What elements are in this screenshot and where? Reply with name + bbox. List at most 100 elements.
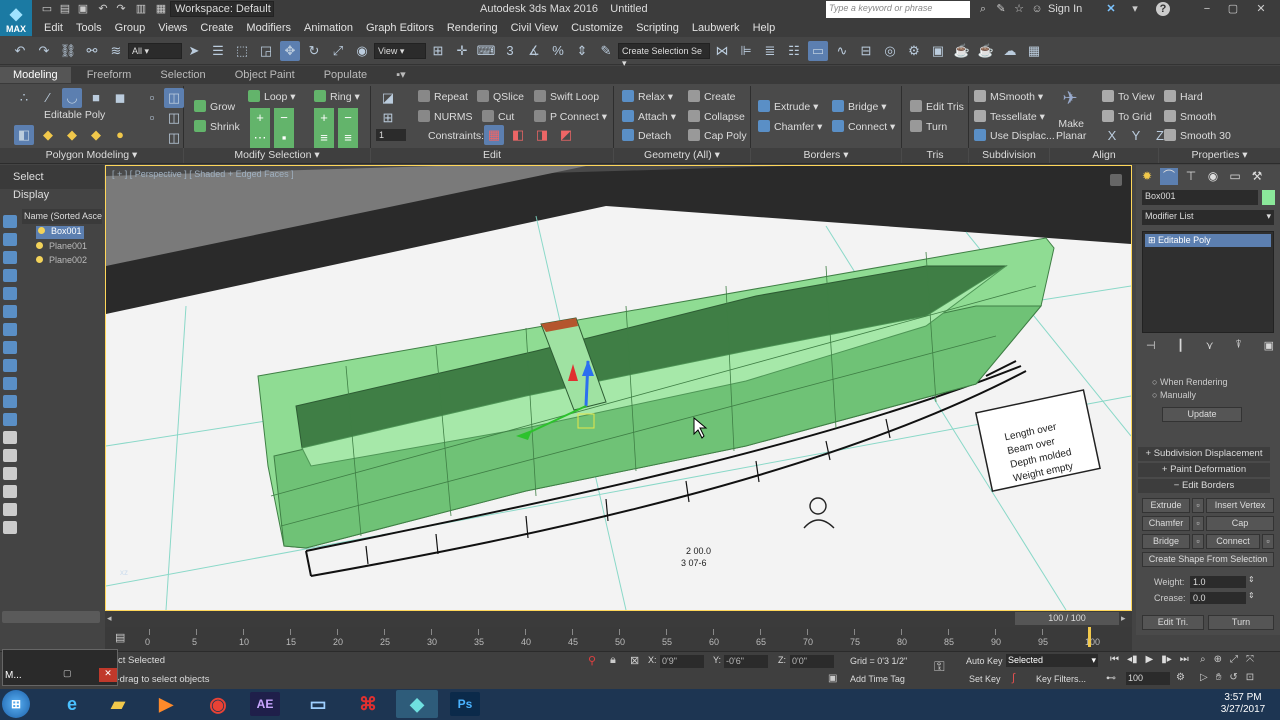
filter-funnel-icon[interactable] (3, 485, 17, 498)
menu-scripting[interactable]: Scripting (636, 22, 679, 34)
save-icon[interactable]: ▣ (76, 2, 90, 16)
make-unique-icon[interactable]: ⋎ (1206, 339, 1214, 352)
pan-icon[interactable]: ✋︎ (1216, 672, 1222, 683)
grow-button[interactable]: Grow (194, 100, 235, 113)
panel-edit[interactable]: Edit (371, 148, 613, 163)
absolute-mode-icon[interactable]: ⊠ (630, 654, 639, 667)
extrude-settings-button[interactable]: ▫ (1192, 498, 1204, 513)
preserve-uvs-icon[interactable]: ◆ (62, 125, 82, 145)
motion-panel-icon[interactable]: ◉ (1204, 168, 1222, 185)
weight-field[interactable]: 1.0 (1190, 576, 1246, 588)
schematic-view-icon[interactable]: ⊟ (856, 41, 876, 61)
constraint-none-icon[interactable]: ▦ (484, 125, 504, 145)
menu-help[interactable]: Help (753, 22, 776, 34)
filter-extra-icon[interactable] (3, 521, 17, 534)
play-icon[interactable]: ▶ (1146, 654, 1154, 665)
ribbon-toggle-icon[interactable]: ▭ (808, 40, 828, 61)
window-crossing-icon[interactable]: ◲ (256, 41, 276, 61)
menu-edit[interactable]: Edit (44, 22, 63, 34)
file-explorer-icon[interactable]: ▰ (98, 690, 138, 718)
remove-modifier-icon[interactable]: ⍒ (1235, 339, 1242, 352)
help-menu-icon[interactable]: ▾ (1128, 2, 1142, 16)
select-by-vertex-icon[interactable]: ◫ (164, 88, 184, 108)
panel-modify-selection[interactable]: Modify Selection ▾ (184, 148, 370, 163)
filter-geometry-icon[interactable] (3, 215, 17, 228)
connect-border-button[interactable]: Connect (1206, 534, 1260, 549)
tweak-icon[interactable]: ⊞ (378, 108, 398, 128)
spinner-snap-icon[interactable]: ⇕ (572, 41, 592, 61)
maximize-icon[interactable]: ▢ (1226, 2, 1240, 16)
stack-item-editable-poly[interactable]: ⊞ Editable Poly (1145, 234, 1271, 247)
filter-invert-icon[interactable] (3, 467, 17, 480)
project-folder-icon[interactable]: ▥ (134, 2, 148, 16)
menu-create[interactable]: Create (200, 22, 233, 34)
connect-settings-button[interactable]: ▫ (1262, 534, 1274, 549)
zoom-extents-icon[interactable]: ⤢ (1230, 654, 1238, 665)
viewport-label[interactable]: [ + ] [ Perspective ] [ Shaded + Edged F… (112, 169, 294, 179)
light-bulb-icon[interactable] (36, 256, 43, 263)
ring-shrink-icon[interactable]: − (338, 108, 358, 128)
scene-item-plane001[interactable]: Plane001 (36, 241, 87, 254)
align-x-button[interactable]: X (1102, 126, 1122, 146)
field-of-view-icon[interactable]: ▷ (1200, 672, 1208, 683)
align-y-button[interactable]: Y (1126, 126, 1146, 146)
filter-containers-icon[interactable] (3, 377, 17, 390)
undo-icon[interactable]: ↶ (10, 41, 30, 61)
light-bulb-icon[interactable] (36, 242, 43, 249)
unlink-icon[interactable]: ⚯ (82, 41, 102, 61)
create-button[interactable]: Create (688, 90, 736, 103)
create-shape-from-selection-button[interactable]: Create Shape From Selection (1142, 552, 1274, 567)
preview-restore-icon[interactable]: ▢ (63, 668, 79, 682)
object-color-swatch[interactable] (1262, 190, 1275, 205)
insert-vertex-button[interactable]: Insert Vertex (1206, 498, 1274, 513)
ring-grow-icon[interactable]: + (314, 108, 334, 128)
help-icon[interactable]: ? (1156, 2, 1170, 16)
angle-snap-icon[interactable]: ∡ (524, 41, 544, 61)
panel-borders[interactable]: Borders ▾ (751, 148, 901, 163)
rollout-edit-borders[interactable]: − Edit Borders (1138, 479, 1270, 493)
hierarchy-panel-icon[interactable]: ⊤ (1182, 168, 1200, 185)
display-panel-icon[interactable]: ▭ (1226, 168, 1244, 185)
time-next-icon[interactable]: ▸ (1121, 613, 1126, 624)
snaps-toggle-icon[interactable]: 3 (500, 41, 520, 61)
menu-graph-editors[interactable]: Graph Editors (366, 22, 434, 34)
tab-modeling[interactable]: Modeling (0, 67, 71, 83)
open-file-icon[interactable]: ▤ (58, 2, 72, 16)
filter-bones-icon[interactable] (3, 359, 17, 372)
previous-frame-icon[interactable]: ◂▮ (1127, 654, 1138, 665)
filter-xrefs-icon[interactable] (3, 341, 17, 354)
internet-explorer-icon[interactable]: e (52, 690, 92, 718)
render-iterative-icon[interactable]: ☕ (976, 41, 996, 61)
connect-button[interactable]: Connect ▾ (832, 120, 895, 133)
undo-icon[interactable]: ↶ (96, 2, 110, 16)
system-clock[interactable]: 3:57 PM 3/27/2017 (1210, 692, 1276, 716)
stack-level-icon[interactable]: ◆ (86, 125, 106, 145)
photoshop-icon[interactable]: Ps (450, 692, 480, 716)
workspace-dropdown[interactable]: Workspace: Default ▾ (170, 1, 274, 29)
pin-stack-icon[interactable]: ⊣ (1146, 339, 1156, 352)
rectangular-selection-icon[interactable]: ⬚ (232, 41, 252, 61)
cut-button[interactable]: Cut (482, 110, 514, 123)
filter-all-icon[interactable] (3, 431, 17, 444)
minimize-icon[interactable]: − (1200, 2, 1214, 16)
loop-button[interactable]: Loop ▾ (248, 90, 296, 103)
show-end-result-icon[interactable]: ┃ (1177, 339, 1184, 352)
key-filters-button[interactable]: Key Filters... (1036, 674, 1086, 684)
link-icon[interactable]: ⛓ (58, 41, 78, 61)
exchange-x-icon[interactable]: ✕ (1104, 2, 1118, 16)
app-logo-button[interactable]: ◆ MAX (0, 0, 32, 36)
edge-mode-icon[interactable]: ∕ (38, 88, 58, 108)
preserve-uv-icon[interactable]: ◪ (378, 88, 398, 108)
ignore-backfacing-icon[interactable]: ◆ (38, 125, 58, 145)
align-icon[interactable]: ⊫ (736, 41, 756, 61)
make-planar-button[interactable]: Make Planar (1056, 118, 1086, 142)
constraint-face-icon[interactable]: ◨ (532, 125, 552, 145)
set-key-button[interactable]: Set Key (969, 674, 1001, 684)
select-by-name-icon[interactable]: ☰ (208, 41, 228, 61)
select-by-edge-icon[interactable]: ◫ (164, 128, 184, 148)
chamfer-settings-button[interactable]: ▫ (1192, 516, 1204, 531)
menu-views[interactable]: Views (158, 22, 187, 34)
reference-coordinate-dropdown[interactable]: View ▾ (374, 42, 426, 59)
rollout-paint-deformation[interactable]: + Paint Deformation (1138, 463, 1270, 477)
tab-select[interactable]: Select (0, 165, 56, 183)
